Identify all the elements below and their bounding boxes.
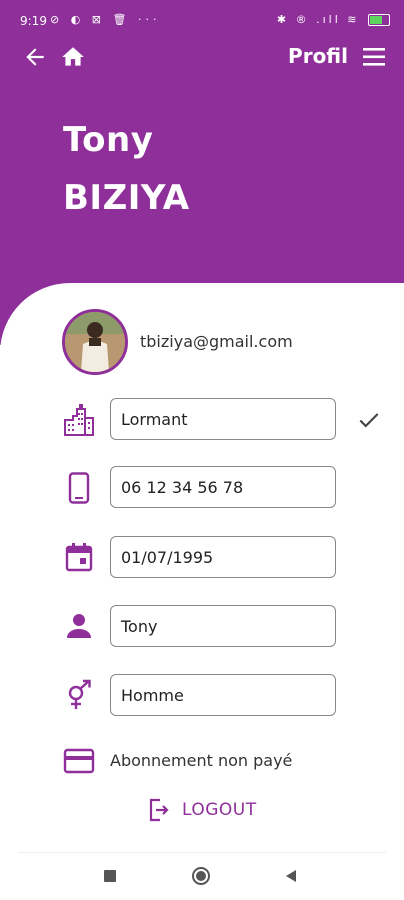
hamburger-menu-icon[interactable] — [362, 46, 386, 68]
status-bar: 9:19 ⊘ ◐ ⊠ 🗑 ··· ✱ ® .ıll ≋ — [0, 10, 404, 34]
page-title: Profil — [288, 44, 348, 68]
avatar-photo — [65, 312, 125, 372]
status-system-icons: ✱ ® .ıll ≋ — [277, 13, 390, 26]
person-icon — [67, 614, 91, 638]
profile-first-name: Tony — [63, 120, 154, 160]
status-time: 9:19 — [20, 14, 47, 28]
birthdate-field[interactable]: 01/07/1995 — [110, 536, 336, 578]
back-triangle-icon[interactable] — [283, 868, 299, 884]
calendar-icon — [65, 543, 93, 572]
arrow-left-icon[interactable] — [22, 44, 48, 70]
divider — [18, 852, 386, 853]
phone-icon — [68, 472, 90, 504]
avatar[interactable] — [62, 309, 128, 375]
logout-label: LOGOUT — [182, 800, 257, 820]
home-icon[interactable] — [60, 44, 86, 70]
logout-icon — [149, 798, 169, 822]
email-text: tbiziya@gmail.com — [140, 332, 293, 351]
phone-field[interactable]: 06 12 34 56 78 — [110, 466, 336, 508]
recents-square-icon[interactable] — [102, 868, 118, 884]
status-signal-icons: ✱ ® .ıll ≋ — [276, 13, 360, 26]
home-circle-icon[interactable] — [191, 866, 211, 886]
top-app-bar: Profil — [0, 40, 404, 76]
status-notification-icons: ⊘ ◐ ⊠ 🗑 ··· — [50, 13, 161, 26]
firstname-field[interactable]: Tony — [110, 605, 336, 647]
credit-card-icon — [63, 748, 95, 774]
battery-icon — [368, 14, 390, 26]
logout-button[interactable]: LOGOUT — [148, 797, 257, 823]
city-buildings-icon — [64, 404, 94, 436]
check-icon[interactable] — [356, 407, 382, 433]
city-field[interactable]: Lormant — [110, 398, 336, 440]
subscription-status: Abonnement non payé — [110, 751, 293, 770]
gender-field[interactable]: Homme — [110, 674, 336, 716]
gender-symbol-icon — [68, 679, 91, 709]
system-navigation-bar — [0, 860, 404, 900]
profile-last-name: BIZIYA — [63, 178, 190, 218]
